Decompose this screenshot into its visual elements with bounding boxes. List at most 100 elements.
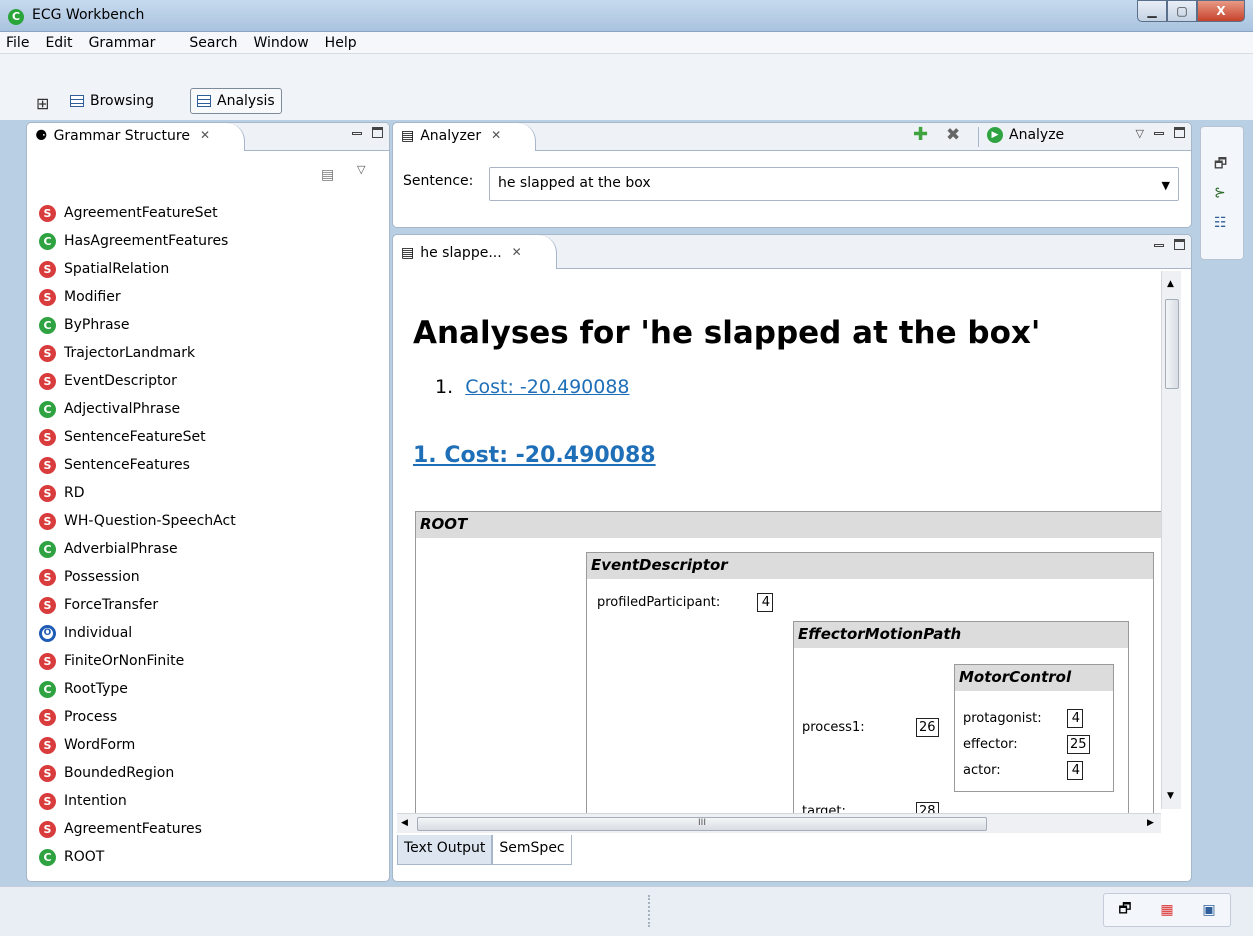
monitor-icon[interactable]: ▣	[1202, 902, 1215, 918]
analyzer-view-title: Analyzer	[420, 128, 482, 144]
vertical-scroll-thumb[interactable]	[1165, 299, 1179, 389]
grammar-tree-item[interactable]: S AgreementFeatures	[39, 815, 236, 843]
sentence-combo[interactable]: he slapped at the box ▼	[489, 167, 1179, 201]
grammar-tree-item[interactable]: C AdverbialPhrase	[39, 535, 236, 563]
grammar-tree-item[interactable]: C HasAgreementFeatures	[39, 227, 236, 255]
schema-kind-icon: S	[39, 792, 56, 810]
schema-kind-icon: C	[39, 540, 56, 558]
close-icon[interactable]: ✕	[196, 128, 210, 151]
tab-text-output[interactable]: Text Output	[397, 835, 493, 865]
maximize-button[interactable]: ▢	[1167, 0, 1197, 22]
scroll-right-icon[interactable]: ▶	[1147, 818, 1154, 828]
menu-file[interactable]: File	[0, 32, 39, 53]
grammar-tree-item[interactable]: C RootType	[39, 675, 236, 703]
view-menu-icon[interactable]: ▽	[357, 163, 365, 176]
schema-kind-icon: S	[39, 512, 56, 530]
perspective-browsing[interactable]: Browsing	[64, 88, 160, 114]
schema-kind-icon: S	[39, 820, 56, 838]
collapse-all-icon[interactable]: ▤	[321, 167, 334, 183]
grammar-tree-item[interactable]: S SentenceFeatureSet	[39, 423, 236, 451]
run-icon: ▶	[987, 127, 1003, 143]
maximize-view-icon[interactable]	[1174, 239, 1185, 250]
schema-kind-icon: O	[39, 624, 56, 642]
grammar-tree-item[interactable]: S BoundedRegion	[39, 759, 236, 787]
grammar-tree-item[interactable]: S Possession	[39, 563, 236, 591]
grammar-tree-item-label: WordForm	[64, 737, 136, 753]
analyze-button[interactable]: ▶ Analyze	[987, 127, 1064, 143]
grammar-tree-item[interactable]: S SpatialRelation	[39, 255, 236, 283]
menu-grammar[interactable]: Grammar	[83, 32, 184, 53]
restore-icon[interactable]: 🗗	[1118, 898, 1131, 922]
motor-control-box: MotorControl protagonist: 4 effector: 25…	[954, 664, 1114, 792]
scroll-down-icon[interactable]: ▼	[1167, 791, 1174, 801]
effector-label: effector:	[963, 737, 1018, 752]
grammar-tree-item[interactable]: S WH-Question-SpeechAct	[39, 507, 236, 535]
grammar-tree-item-label: AdverbialPhrase	[64, 541, 178, 557]
tab-grammar-structure[interactable]: ⚈ Grammar Structure ✕	[27, 123, 245, 151]
vertical-scrollbar[interactable]: ▲ ▼	[1161, 271, 1181, 809]
analysis-anchor-link[interactable]: 1. Cost: -20.490088	[413, 443, 656, 468]
grammar-tree-item-label: Modifier	[64, 289, 121, 305]
horizontal-scroll-thumb[interactable]: III	[417, 817, 987, 831]
minimize-view-icon[interactable]	[1154, 132, 1164, 135]
schema-kind-icon: S	[39, 652, 56, 670]
grammar-tree-item-label: RootType	[64, 681, 128, 697]
scroll-left-icon[interactable]: ◀	[401, 818, 408, 828]
chevron-down-icon[interactable]: ▼	[1162, 179, 1170, 192]
schema-kind-icon: C	[39, 848, 56, 866]
grammar-tree-item[interactable]: C AdjectivalPhrase	[39, 395, 236, 423]
protagonist-label: protagonist:	[963, 711, 1042, 726]
hierarchy-icon[interactable]: ⊱	[1214, 185, 1226, 201]
tab-analyzer[interactable]: ▤ Analyzer ✕	[393, 123, 537, 151]
menu-search[interactable]: Search	[183, 32, 247, 53]
minimize-view-icon[interactable]	[352, 132, 362, 135]
grammar-tree-item[interactable]: O Individual	[39, 619, 236, 647]
tab-result[interactable]: ▤ he slappe... ✕	[393, 235, 557, 269]
grammar-tree-item[interactable]: S WordForm	[39, 731, 236, 759]
grid-icon	[197, 95, 211, 107]
grammar-tree-item-label: ForceTransfer	[64, 597, 159, 613]
open-perspective-icon[interactable]: ⊞	[36, 94, 49, 113]
grammar-tree-item[interactable]: S Intention	[39, 787, 236, 815]
progress-icon[interactable]: ▦	[1160, 902, 1173, 918]
grammar-tree-item[interactable]: S EventDescriptor	[39, 367, 236, 395]
menu-edit[interactable]: Edit	[39, 32, 82, 53]
close-icon[interactable]: ✕	[487, 128, 501, 151]
grammar-tree-item[interactable]: S Process	[39, 703, 236, 731]
minimize-view-icon[interactable]	[1154, 244, 1164, 247]
horizontal-scrollbar[interactable]: ◀ III ▶	[397, 813, 1161, 833]
grammar-tree-item[interactable]: C ByPhrase	[39, 311, 236, 339]
analysis-section-heading: 1. Cost: -20.490088	[413, 443, 656, 468]
schema-kind-icon: S	[39, 764, 56, 782]
grammar-tree-item[interactable]: S RD	[39, 479, 236, 507]
menu-help[interactable]: Help	[319, 32, 367, 53]
perspective-analysis[interactable]: Analysis	[190, 88, 282, 114]
grammar-tree-item[interactable]: C ROOT	[39, 843, 236, 871]
tab-semspec[interactable]: SemSpec	[492, 835, 572, 865]
outline-icon[interactable]: ☷	[1214, 215, 1227, 231]
minimize-button[interactable]: ▁	[1137, 0, 1167, 22]
schema-kind-icon: S	[39, 204, 56, 222]
analysis-link[interactable]: Cost: -20.490088	[465, 376, 629, 398]
menu-window[interactable]: Window	[247, 32, 318, 53]
close-icon[interactable]: ✕	[508, 245, 522, 269]
grammar-tree-item[interactable]: S SentenceFeatures	[39, 451, 236, 479]
grammar-tree-item[interactable]: S Modifier	[39, 283, 236, 311]
scroll-up-icon[interactable]: ▲	[1167, 279, 1174, 289]
restore-icon[interactable]: 🗗	[1214, 153, 1227, 177]
maximize-view-icon[interactable]	[372, 127, 383, 138]
analyzer-view-tabbar: ▤ Analyzer ✕ ✚ ✖ ▶ Analyze ▽	[393, 123, 1191, 151]
grammar-tree-item[interactable]: S FiniteOrNonFinite	[39, 647, 236, 675]
add-icon[interactable]: ✚	[913, 124, 928, 145]
grammar-tree-item[interactable]: S AgreementFeatureSet	[39, 199, 236, 227]
actor-value: 4	[1067, 761, 1083, 780]
maximize-view-icon[interactable]	[1174, 127, 1185, 138]
grammar-tree-item[interactable]: S TrajectorLandmark	[39, 339, 236, 367]
grammar-tree-item[interactable]: S ForceTransfer	[39, 591, 236, 619]
schema-kind-icon: C	[39, 232, 56, 250]
result-view: ▤ he slappe... ✕ Analyses for 'he slappe…	[392, 234, 1192, 882]
view-menu-icon[interactable]: ▽	[1136, 127, 1144, 140]
close-button[interactable]: X	[1197, 0, 1245, 22]
remove-icon[interactable]: ✖	[946, 125, 960, 145]
grammar-tree-item-label: TrajectorLandmark	[64, 345, 196, 361]
